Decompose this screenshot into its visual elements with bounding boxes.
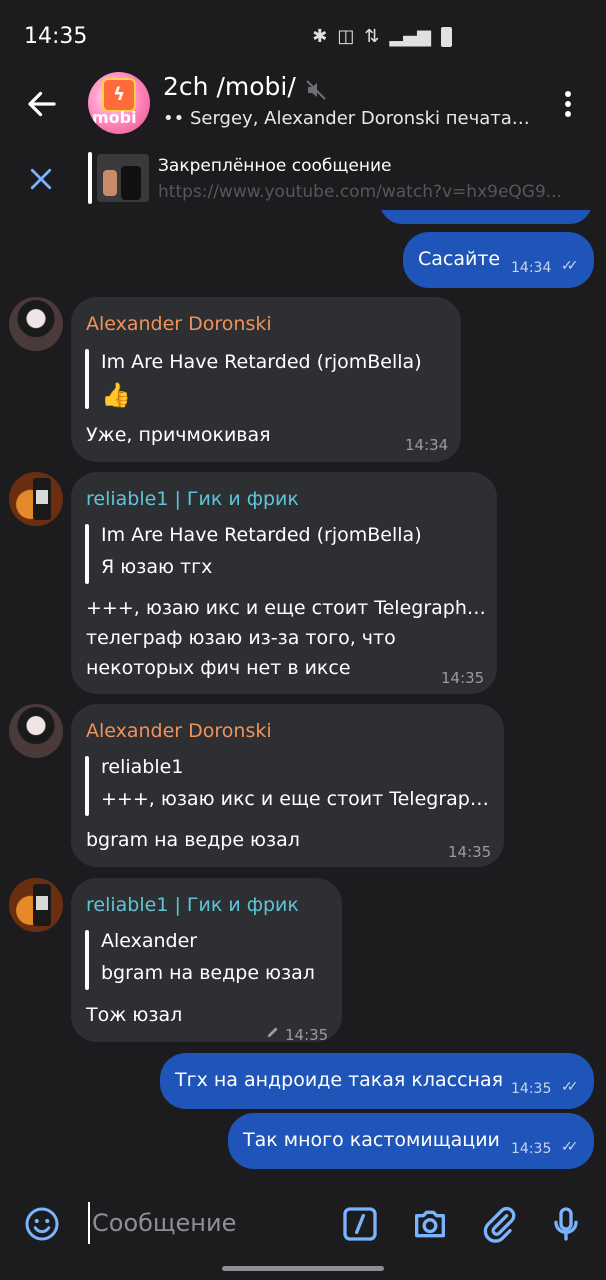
read-check-icon: ✓✓ [561, 1079, 579, 1095]
message-input[interactable] [88, 1202, 334, 1244]
read-check-icon: ✓✓ [561, 1139, 579, 1155]
message-text: Тгх на андроиде такая классная [175, 1069, 504, 1091]
message-time: 14:34 [405, 436, 449, 454]
signal-icon: ▂▄▆ [389, 26, 431, 47]
back-arrow-icon[interactable] [24, 86, 60, 122]
message-time: 14:35 [511, 1141, 552, 1157]
reply-indicator [85, 524, 89, 584]
sender-name[interactable]: reliable1 | Гик и фрик [86, 894, 299, 916]
reply-text: bgram на ведре юзал [101, 962, 315, 984]
partial-message-bubble [380, 210, 592, 224]
chat-header: ϟ mobi 2ch /mobi/ •• Sergey, Alexander D… [0, 70, 606, 140]
pinned-indicator [88, 152, 92, 204]
reply-text: +++, юзаю икс и еще стоит Telegrap… [101, 788, 489, 810]
group-avatar[interactable]: ϟ mobi [88, 72, 150, 134]
pinned-text: https://www.youtube.com/watch?v=hx9eQG9.… [158, 182, 562, 202]
bluetooth-icon: ✱ [312, 26, 328, 47]
reply-author: Alexander [101, 930, 198, 952]
muted-icon [306, 80, 326, 100]
message-text: bgram на ведре юзал [86, 829, 300, 851]
message-time: 14:35 [285, 1026, 329, 1044]
sender-name[interactable]: Alexander Doronski [86, 720, 272, 742]
group-logo-icon: ϟ [102, 78, 136, 112]
typing-status: •• Sergey, Alexander Doronski печата… [163, 108, 530, 129]
more-menu-icon[interactable] [556, 88, 580, 124]
message-composer [0, 1180, 606, 1280]
reply-indicator [85, 349, 89, 409]
outgoing-message[interactable]: Сасайте 14:34 ✓✓ [403, 232, 594, 288]
message-time: 14:35 [448, 843, 492, 861]
camera-icon[interactable] [410, 1204, 450, 1244]
incoming-message[interactable]: Alexander Doronski reliable1 +++, юзаю и… [71, 704, 504, 867]
avatar[interactable] [9, 297, 63, 351]
message-text: Сасайте [418, 248, 501, 270]
reply-author: Im Are Have Retarded (rjomBella) [101, 351, 422, 373]
pinned-message[interactable]: Закреплённое сообщение https://www.youtu… [0, 148, 606, 210]
microphone-icon[interactable] [546, 1204, 586, 1244]
avatar[interactable] [9, 472, 63, 526]
reply-indicator [85, 930, 89, 990]
incoming-message[interactable]: reliable1 | Гик и фрик Alexander bgram н… [71, 878, 342, 1044]
message-text: +++, юзаю икс и еще стоит Telegraph… тел… [86, 593, 486, 683]
avatar[interactable] [9, 704, 63, 758]
emoji-icon[interactable] [24, 1206, 60, 1242]
data-arrows-icon: ⇅ [364, 26, 380, 47]
sender-name[interactable]: Alexander Doronski [86, 313, 272, 335]
status-time: 14:35 [24, 24, 88, 49]
read-check-icon: ✓✓ [561, 258, 579, 274]
commands-slash-icon[interactable] [340, 1204, 380, 1244]
close-icon[interactable] [26, 164, 56, 194]
incoming-message[interactable]: reliable1 | Гик и фрик Im Are Have Retar… [71, 472, 497, 694]
sender-name[interactable]: reliable1 | Гик и фрик [86, 488, 299, 510]
status-bar: 14:35 ✱ ◫ ⇅ ▂▄▆ [0, 0, 606, 70]
reply-text: 👍 [101, 381, 131, 409]
message-time: 14:35 [511, 1081, 552, 1097]
message-text: Тож юзал [86, 1004, 183, 1026]
message-text: Уже, причмокивая [86, 424, 271, 446]
reply-author: reliable1 [101, 756, 184, 778]
incoming-message[interactable]: Alexander Doronski Im Are Have Retarded … [71, 297, 461, 462]
avatar[interactable] [9, 878, 63, 932]
reply-indicator [85, 756, 89, 816]
pinned-thumbnail [97, 154, 149, 202]
chat-title[interactable]: 2ch /mobi/ [163, 72, 296, 101]
outgoing-message[interactable]: Так много кастомищации 14:35 ✓✓ [228, 1113, 594, 1169]
edited-pencil-icon [267, 1027, 278, 1038]
status-icons: ✱ ◫ ⇅ ▂▄▆ [312, 26, 452, 47]
reply-author: Im Are Have Retarded (rjomBella) [101, 524, 422, 546]
home-indicator[interactable] [222, 1266, 384, 1271]
message-text-line: некоторых фич нет в иксе [86, 657, 351, 679]
message-text: Так много кастомищации [243, 1129, 500, 1151]
attach-icon[interactable] [480, 1204, 520, 1244]
battery-icon [441, 26, 452, 47]
message-time: 14:34 [511, 260, 552, 276]
reply-text: Я юзаю тгх [101, 556, 213, 578]
vibrate-mute-icon: ◫ [337, 26, 355, 47]
group-avatar-text: mobi [92, 108, 137, 127]
message-text-line: +++, юзаю икс и еще стоит Telegraph… [86, 597, 486, 619]
message-text-line: телеграф юзаю из-за того, что [86, 627, 396, 649]
message-time: 14:35 [441, 669, 485, 687]
pinned-title: Закреплённое сообщение [158, 156, 392, 176]
outgoing-message[interactable]: Тгх на андроиде такая классная 14:35 ✓✓ [160, 1053, 594, 1109]
message-list[interactable]: Сасайте 14:34 ✓✓ Alexander Doronski Im A… [0, 210, 606, 1180]
